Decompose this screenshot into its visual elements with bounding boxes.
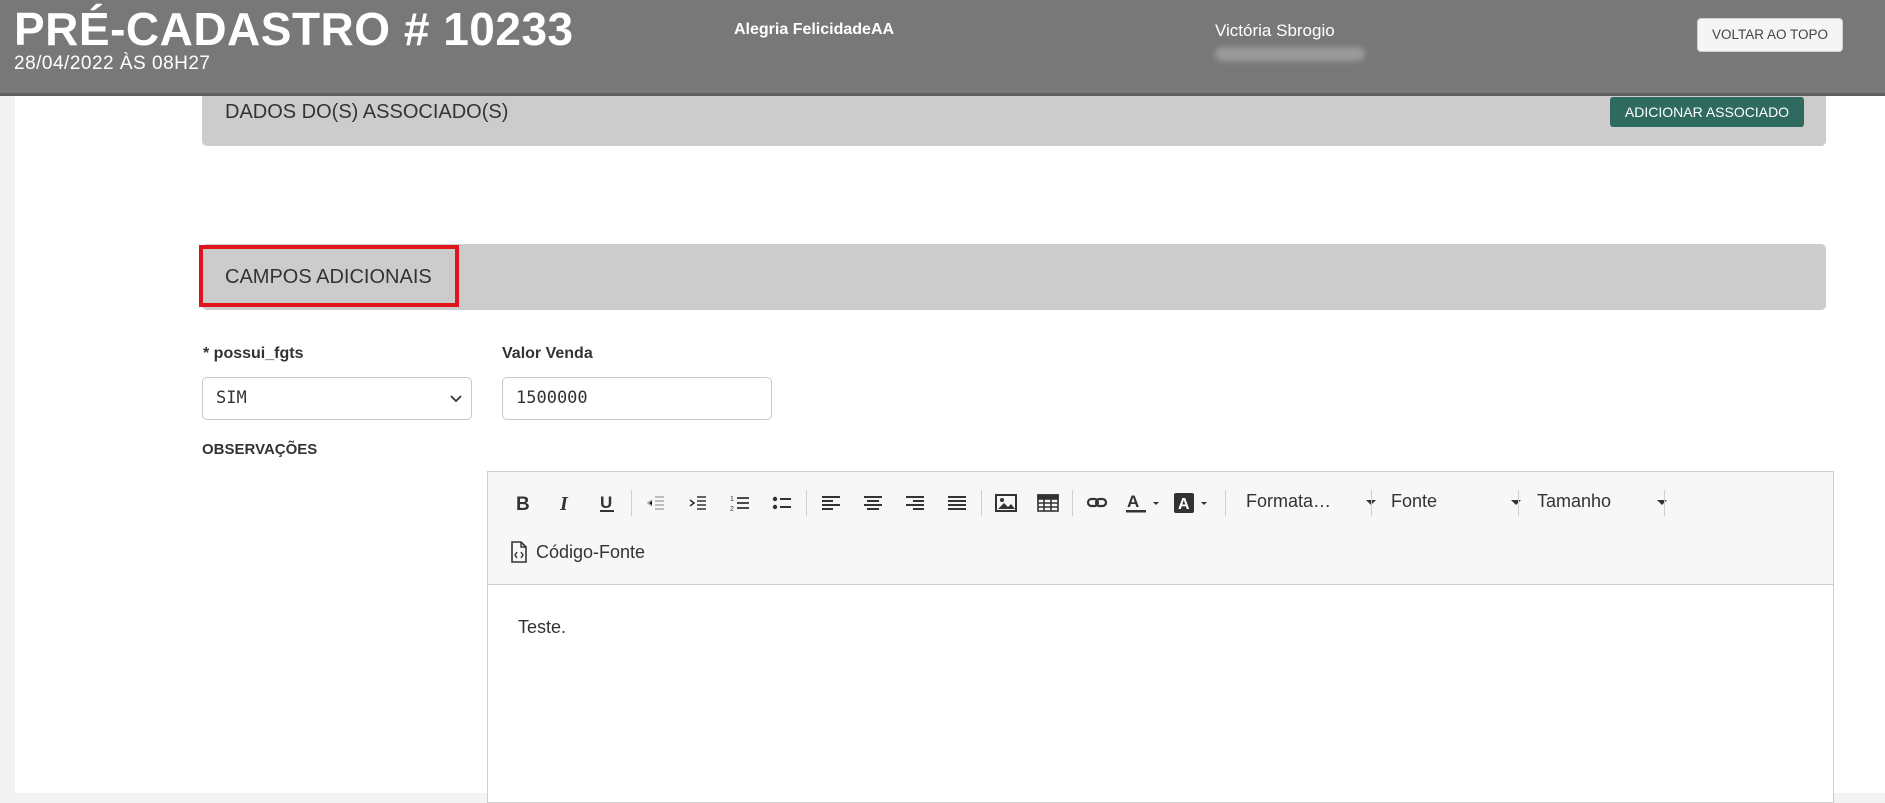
svg-text:2: 2 [730, 506, 734, 513]
toolbar-separator [981, 490, 982, 516]
section-title-associados: DADOS DO(S) ASSOCIADO(S) [225, 101, 509, 123]
toolbar-separator [631, 490, 632, 516]
caret-down-icon [1657, 500, 1667, 505]
size-dropdown[interactable]: Tamanho [1537, 491, 1667, 517]
align-center-icon[interactable] [858, 488, 888, 518]
fgts-select-value: SIM [216, 388, 247, 408]
observacoes-label: OBSERVAÇÕES [202, 441, 318, 458]
section-campos-adicionais: CAMPOS ADICIONAIS [199, 244, 1826, 310]
toolbar-separator [1518, 490, 1519, 516]
italic-icon[interactable]: I [550, 488, 580, 518]
svg-text:1: 1 [730, 496, 734, 503]
section-title-campos: CAMPOS ADICIONAIS [225, 266, 432, 288]
align-justify-icon[interactable] [942, 488, 972, 518]
blurred-user-info [1215, 47, 1365, 61]
underline-icon[interactable]: U [592, 488, 622, 518]
svg-text:A: A [1127, 492, 1139, 511]
client-name: Alegria FelicidadeAA [734, 21, 895, 38]
rich-text-editor: B I U 12 A A Formata… Fonte Tamanho Códi… [487, 471, 1834, 803]
back-to-top-button[interactable]: VOLTAR AO TOPO [1697, 18, 1843, 52]
background-color-icon[interactable]: A [1172, 488, 1212, 518]
table-icon[interactable] [1033, 488, 1063, 518]
editor-content[interactable]: Teste. [518, 617, 566, 638]
fgts-select[interactable]: SIM [202, 377, 472, 420]
ordered-list-icon[interactable]: 12 [725, 488, 755, 518]
page-date: 28/04/2022 ÀS 08H27 [14, 53, 211, 74]
outdent-icon[interactable] [641, 488, 671, 518]
bullet-list-icon[interactable] [767, 488, 797, 518]
add-associate-button[interactable]: ADICIONAR ASSOCIADO [1610, 97, 1804, 127]
format-dropdown[interactable]: Formata… [1246, 491, 1376, 517]
toolbar-separator [1371, 490, 1372, 516]
svg-text:A: A [1178, 496, 1190, 513]
format-dropdown-label: Formata… [1246, 491, 1332, 511]
toolbar-separator [1225, 490, 1226, 516]
editor-toolbar: B I U 12 A A Formata… Fonte Tamanho Códi… [488, 472, 1833, 585]
page-title: PRÉ-CADASTRO # 10233 [14, 3, 574, 55]
sticky-header: PRÉ-CADASTRO # 10233 28/04/2022 ÀS 08H27… [0, 0, 1885, 96]
source-code-button[interactable]: Código-Fonte [510, 538, 645, 566]
svg-text:B: B [516, 494, 530, 513]
chevron-down-icon [450, 395, 462, 403]
align-right-icon[interactable] [900, 488, 930, 518]
align-left-icon[interactable] [816, 488, 846, 518]
size-dropdown-label: Tamanho [1537, 491, 1612, 511]
link-icon[interactable] [1082, 488, 1112, 518]
toolbar-separator [1664, 490, 1665, 516]
toolbar-separator [1072, 490, 1073, 516]
font-dropdown[interactable]: Fonte [1391, 491, 1521, 517]
toolbar-separator [806, 490, 807, 516]
fgts-label: * possui_fgts [203, 345, 304, 362]
user-name: Victória Sbrogio [1215, 21, 1335, 40]
text-color-icon[interactable]: A [1124, 488, 1164, 518]
font-dropdown-label: Fonte [1391, 491, 1438, 511]
svg-text:U: U [600, 493, 612, 512]
indent-icon[interactable] [683, 488, 713, 518]
source-code-icon [511, 541, 527, 563]
image-icon[interactable] [991, 488, 1021, 518]
svg-text:I: I [559, 493, 569, 513]
source-code-label: Código-Fonte [536, 541, 646, 562]
valor-venda-input[interactable]: 1500000 [502, 377, 772, 420]
bold-icon[interactable]: B [508, 488, 538, 518]
caret-down-icon [1511, 500, 1521, 505]
valor-venda-label: Valor Venda [502, 345, 593, 362]
